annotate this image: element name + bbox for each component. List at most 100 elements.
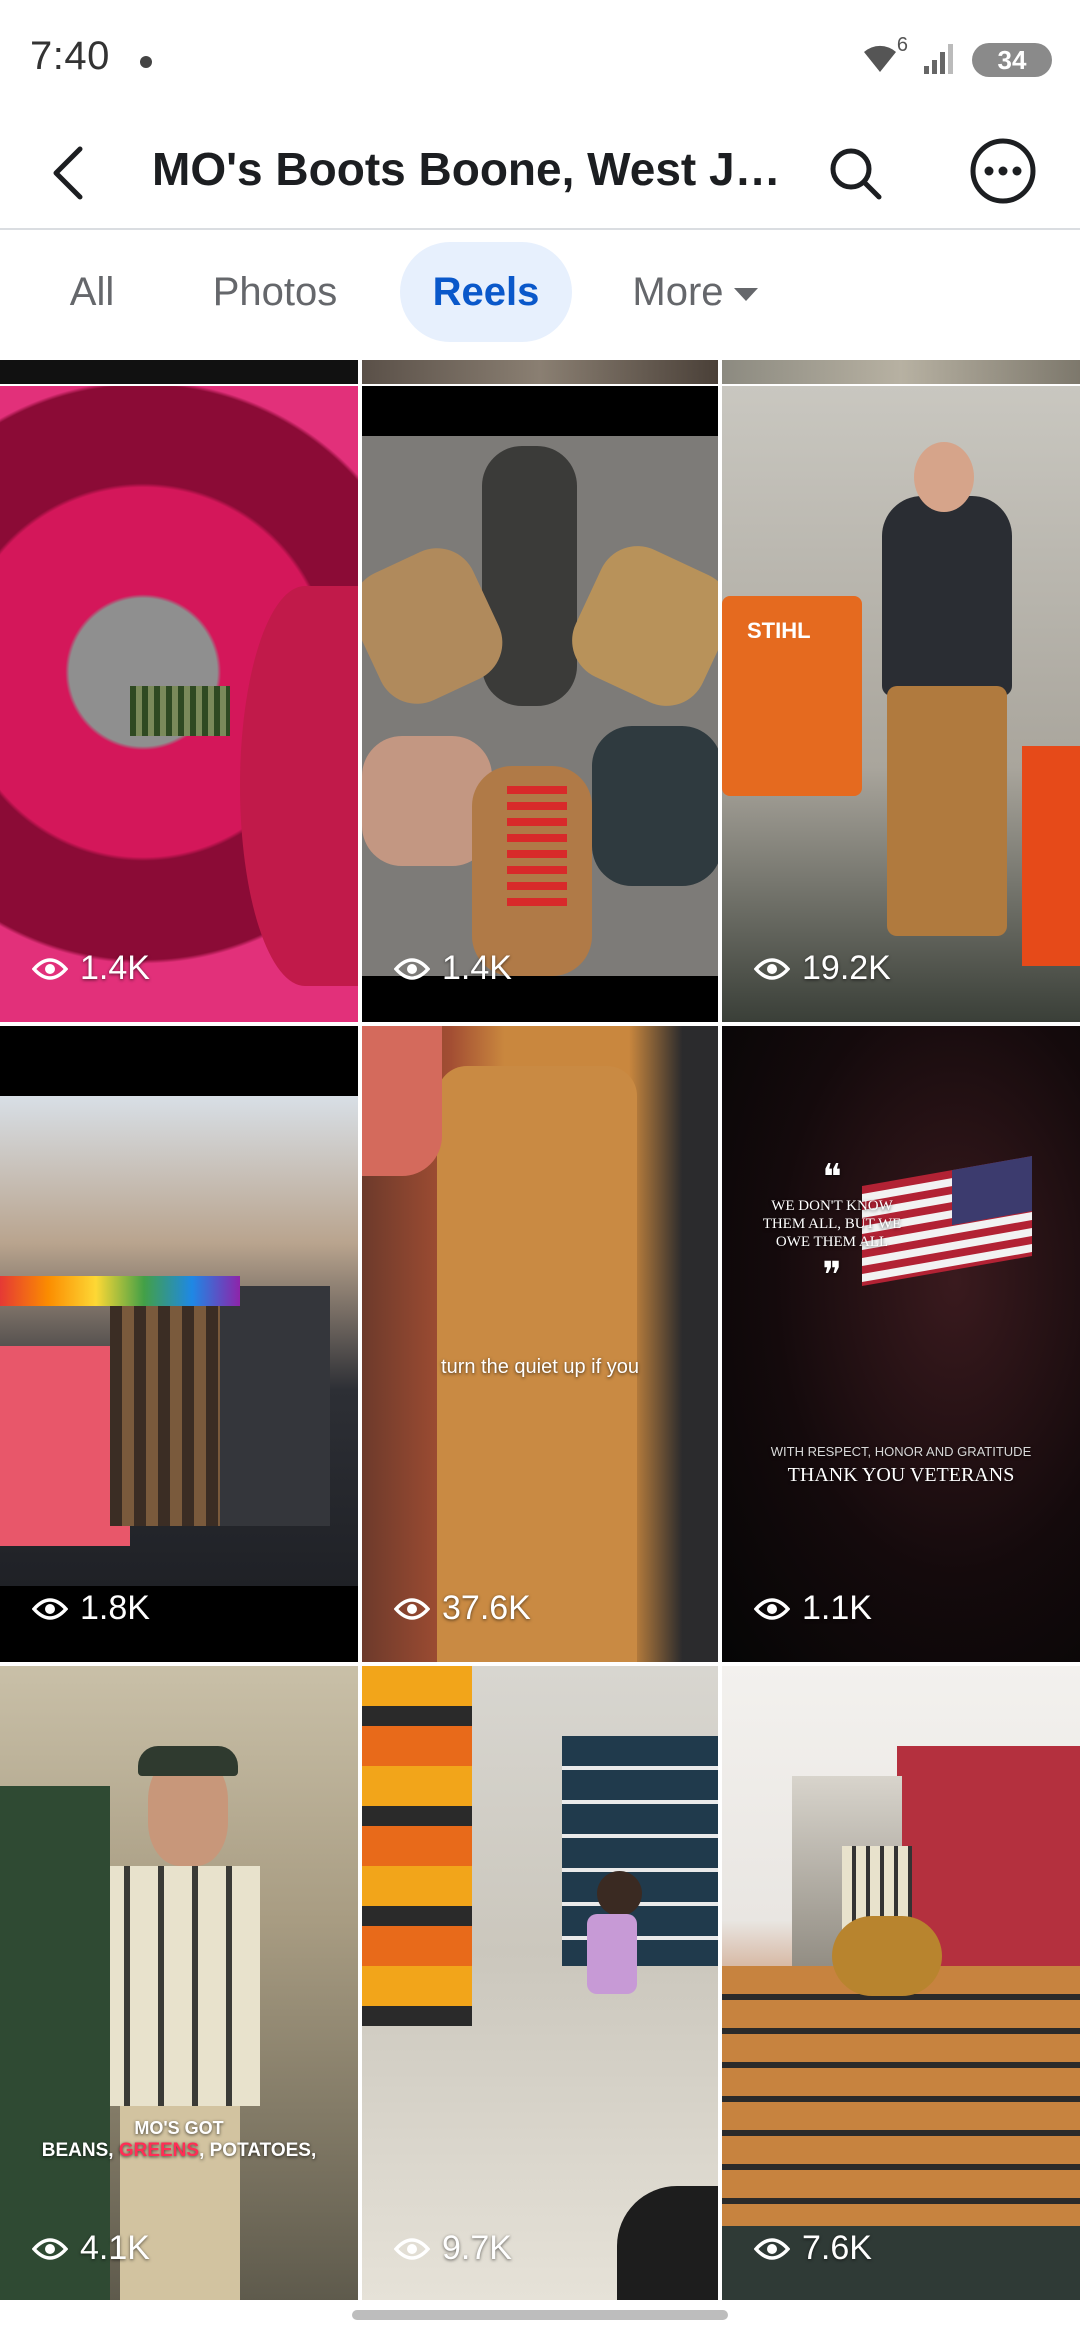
view-count: 37.6K <box>394 1589 531 1628</box>
page-header: MO's Boots Boone, West Je... <box>0 120 1080 228</box>
caption-highlight: GREENS <box>118 2140 200 2161</box>
page-title: MO's Boots Boone, West Je... <box>152 143 792 195</box>
eye-icon <box>754 1597 790 1620</box>
view-count: 1.4K <box>394 949 512 988</box>
eye-icon <box>394 2237 430 2260</box>
reel-thumbnail-partial[interactable] <box>722 360 1080 384</box>
caption-part: , POTATOES, <box>199 2140 317 2161</box>
eye-icon <box>754 2237 790 2260</box>
reel-thumbnail[interactable]: 1.4K <box>362 386 718 1022</box>
status-icons: 6 34 <box>860 34 1052 82</box>
tab-label: Reels <box>432 269 540 314</box>
tab-label: More <box>632 269 724 314</box>
view-count-value: 1.4K <box>442 949 512 987</box>
battery-indicator: 34 <box>972 43 1052 77</box>
view-count: 9.7K <box>394 2229 512 2268</box>
brand-sign: STIHL <box>747 618 811 643</box>
decor <box>617 2186 718 2300</box>
view-count-value: 19.2K <box>802 949 891 987</box>
decor <box>362 436 718 976</box>
decor <box>240 586 358 986</box>
quote-mark-open: ❝ <box>822 1157 842 1197</box>
tab-more[interactable]: More <box>610 242 780 342</box>
view-count: 1.4K <box>32 949 150 988</box>
veterans-title: THANK YOU VETERANS <box>787 1464 1015 1486</box>
search-button[interactable] <box>820 138 890 208</box>
wifi-badge: 6 <box>896 34 908 56</box>
tab-reels[interactable]: Reels <box>400 242 572 342</box>
eye-icon <box>32 957 68 980</box>
home-indicator[interactable] <box>352 2310 728 2320</box>
notification-dot <box>140 56 152 68</box>
reel-thumbnail[interactable]: turn the quiet up if you 37.6K <box>362 1026 718 1662</box>
decor <box>130 686 230 736</box>
quote-text-line: OWE THEM ALL <box>775 1234 889 1250</box>
view-count-value: 1.8K <box>80 1589 150 1627</box>
eye-icon <box>32 1597 68 1620</box>
tab-bar: All Photos Reels More <box>0 230 1080 360</box>
eye-icon <box>394 957 430 980</box>
tab-photos[interactable]: Photos <box>180 242 370 342</box>
decor <box>597 1871 642 1916</box>
reel-thumbnail[interactable]: 1.4K <box>0 386 358 1022</box>
more-icon <box>970 138 1036 204</box>
view-count: 19.2K <box>754 949 891 988</box>
decor <box>914 442 974 512</box>
reel-thumbnail[interactable]: 1.8K <box>0 1026 358 1662</box>
view-count-value: 1.1K <box>802 1589 872 1627</box>
decor <box>562 1736 718 1966</box>
eye-icon <box>32 2237 68 2260</box>
view-count-value: 1.4K <box>80 949 150 987</box>
decor <box>722 1966 1080 2226</box>
status-bar: 7:40 6 34 <box>0 0 1080 120</box>
decor <box>887 686 1007 936</box>
reel-caption: turn the quiet up if you <box>441 1356 639 1378</box>
caret-down-icon <box>733 287 758 301</box>
reel-thumbnail-partial[interactable] <box>0 360 358 384</box>
tab-label: Photos <box>212 269 338 314</box>
view-count: 4.1K <box>32 2229 150 2268</box>
decor <box>110 1866 260 2106</box>
tab-all[interactable]: All <box>36 242 148 342</box>
status-time: 7:40 <box>30 34 110 78</box>
back-button[interactable] <box>36 138 100 208</box>
reel-thumbnail[interactable]: 7.6K <box>722 1666 1080 2300</box>
veterans-subtitle: WITH RESPECT, HONOR AND GRATITUDE <box>770 1444 1032 1459</box>
decor <box>832 1916 942 1996</box>
view-count: 1.8K <box>32 1589 150 1628</box>
reel-thumbnail[interactable]: MO'S GOT BEANS, GREENS, POTATOES, 4.1K <box>0 1666 358 2300</box>
more-options-button[interactable] <box>966 134 1040 208</box>
view-count-value: 9.7K <box>442 2229 512 2267</box>
reels-grid: 1.4K 1.4K STIHL 19.2K 1.8K turn the quie… <box>0 360 1080 2300</box>
caption-part: BEANS, <box>41 2140 119 2161</box>
wifi-icon: 6 <box>860 34 908 80</box>
tab-label: All <box>69 269 115 314</box>
quote-text-line: THEM ALL, BUT WE <box>762 1216 902 1232</box>
decor <box>882 496 1012 696</box>
decor <box>0 1096 358 1586</box>
view-count: 7.6K <box>754 2229 872 2268</box>
reel-thumbnail[interactable]: STIHL 19.2K <box>722 386 1080 1022</box>
decor <box>362 1026 442 1176</box>
signal-icon <box>922 40 958 81</box>
reel-caption-line2: BEANS, GREENS, POTATOES, <box>0 2140 358 2162</box>
reel-caption-line1: MO'S GOT <box>134 2118 224 2138</box>
view-count-value: 37.6K <box>442 1589 531 1627</box>
decor <box>0 1786 110 2300</box>
reel-thumbnail[interactable]: 9.7K <box>362 1666 718 2300</box>
previous-row-partial <box>0 360 1080 384</box>
decor <box>587 1914 637 1994</box>
eye-icon <box>394 1597 430 1620</box>
decor <box>138 1746 238 1776</box>
view-count-value: 4.1K <box>80 2229 150 2267</box>
decor <box>1022 746 1080 966</box>
eye-icon <box>754 957 790 980</box>
reel-thumbnail[interactable]: ❝ WE DON'T KNOW THEM ALL, BUT WE OWE THE… <box>722 1026 1080 1662</box>
reel-thumbnail-partial[interactable] <box>362 360 718 384</box>
search-icon <box>830 148 882 200</box>
quote-mark-close: ❞ <box>822 1255 842 1295</box>
view-count-value: 7.6K <box>802 2229 872 2267</box>
back-arrow-icon <box>53 146 83 200</box>
view-count: 1.1K <box>754 1589 872 1628</box>
quote-text-line: WE DON'T KNOW <box>771 1198 893 1214</box>
